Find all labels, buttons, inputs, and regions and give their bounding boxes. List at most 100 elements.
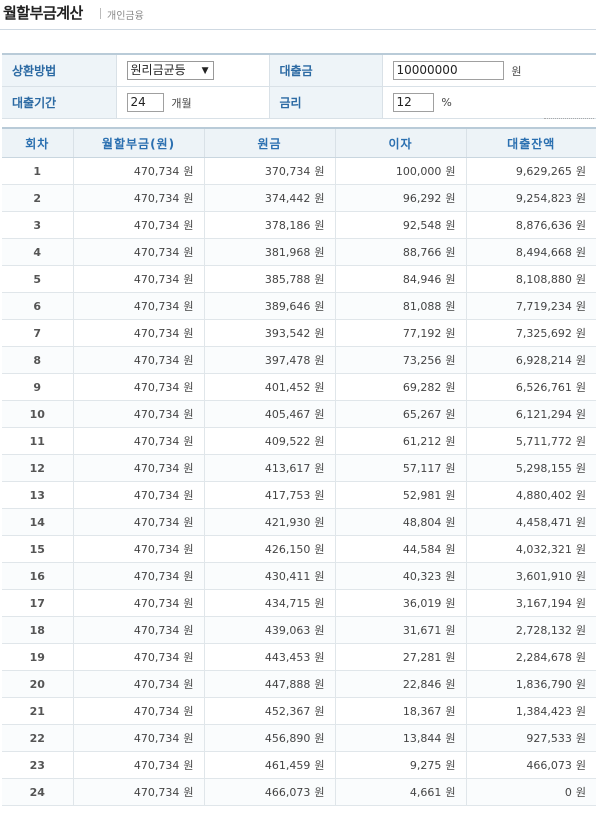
- page-subtitle: 개인금융: [107, 11, 144, 22]
- rate-label: 금리: [268, 86, 382, 119]
- cell-value: 65,267: [402, 408, 442, 421]
- cell-value: 470,734: [133, 219, 180, 232]
- cell-value: 470,734: [133, 273, 180, 286]
- cell-unit: 원: [445, 678, 456, 691]
- table-cell: 927,533 원: [465, 724, 596, 752]
- cell-unit: 원: [575, 300, 586, 313]
- cell-unit: 원: [575, 651, 586, 664]
- method-select[interactable]: 원리금균등 ▼: [126, 61, 214, 80]
- cell-unit: 원: [314, 543, 325, 556]
- cell-unit: 원: [575, 219, 586, 232]
- table-cell: 447,888 원: [203, 670, 335, 698]
- cell-unit: 원: [575, 570, 586, 583]
- table-cell: 470,734 원: [72, 184, 204, 212]
- table-cell: 439,063 원: [203, 616, 335, 644]
- cell-unit: 원: [445, 759, 456, 772]
- table-cell: 470,734 원: [72, 265, 204, 293]
- table-cell: 470,734 원: [72, 697, 204, 725]
- period-input[interactable]: 24: [126, 93, 164, 112]
- table-cell: 5,298,155 원: [465, 454, 596, 482]
- table-cell: 470,734 원: [72, 400, 204, 428]
- table-row: 13 470,734 원 417,753 원 52,981 원 4,880,402 원: [2, 481, 596, 509]
- table-cell: 470,734 원: [72, 319, 204, 347]
- table-cell: 12: [2, 454, 73, 482]
- table-cell: 3,167,194 원: [465, 589, 596, 617]
- cell-unit: 원: [575, 705, 586, 718]
- table-cell: 22: [2, 724, 73, 752]
- table-cell: 92,548 원: [334, 211, 466, 239]
- table-cell: 8,876,636 원: [465, 211, 596, 239]
- cell-unit: 원: [183, 786, 194, 799]
- cell-value: 88,766: [402, 246, 442, 259]
- cell-unit: 원: [575, 624, 586, 637]
- cell-value: 443,453: [264, 651, 311, 664]
- cell-unit: 원: [445, 354, 456, 367]
- table-row: 17 470,734 원 434,715 원 36,019 원 3,167,194 원: [2, 589, 596, 617]
- cell-unit: 원: [445, 219, 456, 232]
- cell-unit: 원: [575, 678, 586, 691]
- table-cell: 393,542 원: [203, 319, 335, 347]
- table-cell: 370,734 원: [203, 157, 335, 185]
- cell-value: 8,494,668: [515, 246, 572, 259]
- table-row: 16 470,734 원 430,411 원 40,323 원 3,601,910 원: [2, 562, 596, 590]
- table-cell: 31,671 원: [334, 616, 466, 644]
- cell-value: 470,734: [133, 462, 180, 475]
- cell-unit: 원: [183, 327, 194, 340]
- cell-value: 1,384,423: [515, 705, 572, 718]
- table-cell: 48,804 원: [334, 508, 466, 536]
- cell-unit: 원: [445, 408, 456, 421]
- table-cell: 470,734 원: [72, 778, 204, 806]
- table-row: 6 470,734 원 389,646 원 81,088 원 7,719,234 원: [2, 292, 596, 320]
- table-cell: 3,601,910 원: [465, 562, 596, 590]
- cell-unit: 원: [314, 300, 325, 313]
- cell-value: 470,734: [133, 192, 180, 205]
- cell-unit: 원: [445, 327, 456, 340]
- cell-unit: 원: [314, 192, 325, 205]
- cell-value: 48,804: [402, 516, 442, 529]
- table-cell: 14: [2, 508, 73, 536]
- table-cell: 466,073 원: [465, 751, 596, 779]
- cell-value: 470,734: [133, 597, 180, 610]
- cell-value: 44,584: [402, 543, 442, 556]
- table-cell: 17: [2, 589, 73, 617]
- cell-value: 374,442: [264, 192, 311, 205]
- cell-unit: 원: [183, 489, 194, 502]
- rate-unit: %: [441, 96, 452, 109]
- table-cell: 6,526,761 원: [465, 373, 596, 401]
- table-cell: 470,734 원: [72, 562, 204, 590]
- table-cell: 2,284,678 원: [465, 643, 596, 671]
- cell-value: 456,890: [264, 732, 311, 745]
- table-cell: 426,150 원: [203, 535, 335, 563]
- cell-value: 378,186: [264, 219, 311, 232]
- cell-value: 470,734: [133, 786, 180, 799]
- cell-value: 409,522: [264, 435, 311, 448]
- table-cell: 40,323 원: [334, 562, 466, 590]
- table-cell: 3: [2, 211, 73, 239]
- cell-value: 385,788: [264, 273, 311, 286]
- table-cell: 1: [2, 157, 73, 185]
- rate-input[interactable]: 12: [392, 93, 434, 112]
- cell-unit: 원: [314, 381, 325, 394]
- cell-value: 397,478: [264, 354, 311, 367]
- table-cell: 4,661 원: [334, 778, 466, 806]
- table-row: 24 470,734 원 466,073 원 4,661 원 0 원: [2, 778, 596, 806]
- amount-input[interactable]: 10000000: [392, 61, 504, 80]
- cell-value: 421,930: [264, 516, 311, 529]
- table-cell: 470,734 원: [72, 535, 204, 563]
- table-row: 11 470,734 원 409,522 원 61,212 원 5,711,772 원: [2, 427, 596, 455]
- table-cell: 16: [2, 562, 73, 590]
- table-cell: 470,734 원: [72, 292, 204, 320]
- table-cell: 73,256 원: [334, 346, 466, 374]
- cell-unit: 원: [183, 192, 194, 205]
- cell-value: 452,367: [264, 705, 311, 718]
- cell-unit: 원: [445, 651, 456, 664]
- form-row-period: 대출기간 24 개월 금리 12 %: [2, 86, 596, 119]
- table-row: 20 470,734 원 447,888 원 22,846 원 1,836,790 원: [2, 670, 596, 698]
- table-cell: 24: [2, 778, 73, 806]
- cell-value: 413,617: [264, 462, 311, 475]
- cell-value: 393,542: [264, 327, 311, 340]
- table-row: 21 470,734 원 452,367 원 18,367 원 1,384,423 원: [2, 697, 596, 725]
- table-cell: 466,073 원: [203, 778, 335, 806]
- cell-unit: 원: [445, 165, 456, 178]
- table-cell: 15: [2, 535, 73, 563]
